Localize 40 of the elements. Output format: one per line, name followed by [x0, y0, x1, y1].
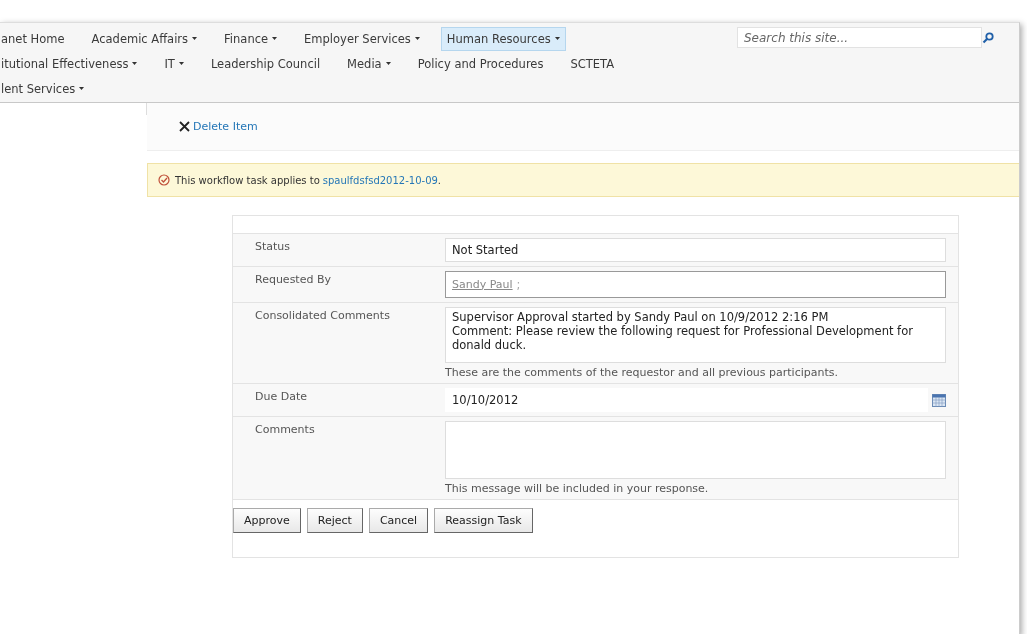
close-icon[interactable] — [179, 121, 190, 132]
form-button[interactable]: Cancel — [368, 508, 429, 533]
field-label: Comments — [254, 422, 316, 438]
nav-link[interactable]: Media — [341, 51, 397, 76]
nav-link[interactable]: anet Home — [0, 26, 71, 51]
nav-link[interactable]: SCTETA — [564, 51, 621, 76]
search-field[interactable]: Search this site... — [737, 27, 982, 48]
field-hint: This message will be included in your response. — [445, 482, 710, 495]
nav-link[interactable]: itutional Effectiveness — [0, 51, 144, 76]
nav-link[interactable]: Academic Affairs — [85, 26, 204, 51]
field-label: Requested By — [254, 272, 332, 288]
field-label: Status — [254, 239, 292, 255]
calendar-icon[interactable] — [932, 393, 946, 407]
nav-link[interactable]: Policy and Procedures — [411, 51, 550, 76]
comments-field[interactable] — [445, 421, 946, 479]
separator-text: ; — [516, 277, 521, 292]
form-button[interactable]: Reject — [306, 508, 363, 533]
comment-line: Supervisor Approval started by Sandy Paul on 10/9/2012 2:16 PM — [452, 310, 829, 324]
check-circle-icon — [158, 174, 170, 186]
nav-link[interactable]: Finance — [218, 26, 284, 51]
field-hint: These are the comments of the requestor and all previous participants. — [445, 366, 839, 379]
period-text: . — [437, 174, 442, 186]
status-field: Not Started — [445, 238, 946, 262]
nav-link[interactable]: Human Resources — [440, 26, 566, 51]
comment-line: Comment: Please review the following request for Professional Development for donald duck. — [452, 324, 914, 352]
nav-link[interactable]: IT — [158, 51, 190, 76]
form-button[interactable]: Approve — [233, 508, 301, 533]
search-icon[interactable] — [982, 31, 994, 44]
people-picker-field[interactable]: Sandy Paul ; — [445, 271, 946, 298]
nav-link[interactable]: lent Services — [0, 76, 91, 101]
date-field[interactable]: 10/10/2012 — [445, 388, 928, 412]
field-label: Due Date — [254, 389, 308, 405]
delete-item-link[interactable]: Delete Item — [193, 120, 258, 133]
nav-link[interactable]: Leadership Council — [204, 51, 327, 76]
person-link[interactable]: Sandy Paul — [452, 277, 513, 292]
form-button[interactable]: Reassign Task — [434, 508, 533, 533]
workflow-link[interactable]: spaulfdsfsd2012-10-09 — [322, 174, 438, 186]
notice-text: This workflow task applies to — [175, 174, 320, 186]
field-label: Consolidated Comments — [254, 308, 391, 324]
nav-link[interactable]: Employer Services — [298, 26, 426, 51]
